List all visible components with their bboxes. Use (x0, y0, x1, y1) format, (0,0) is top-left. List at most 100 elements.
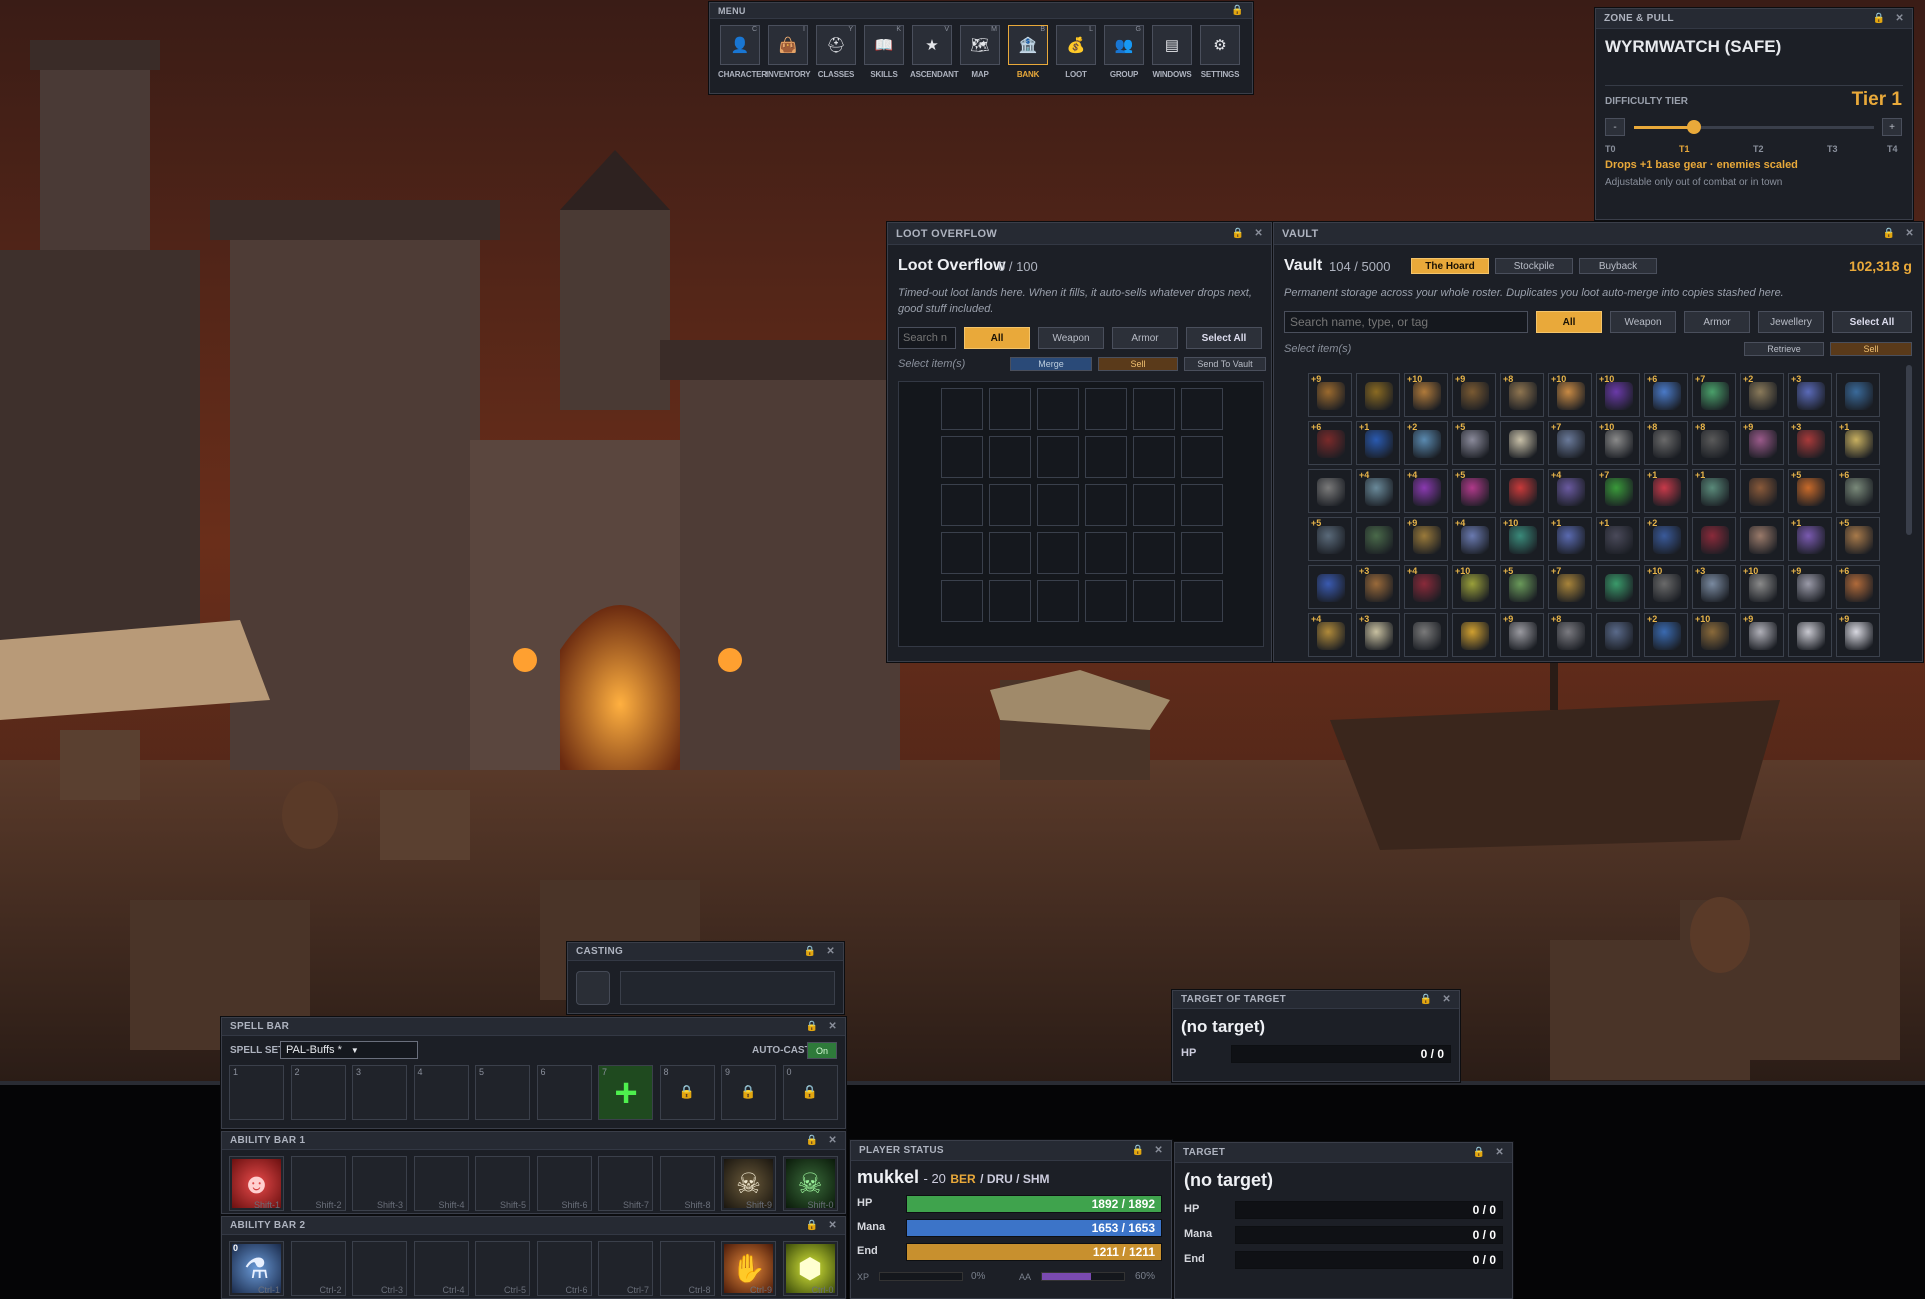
tier-slider[interactable] (1634, 120, 1874, 134)
vault-item-slot[interactable]: +1 (1692, 469, 1736, 513)
spell-slot[interactable]: 3 (352, 1065, 407, 1120)
vault-item-slot[interactable]: +1 (1356, 421, 1400, 465)
vault-item-slot[interactable]: +4 (1548, 469, 1592, 513)
loot-slot[interactable] (1133, 436, 1175, 478)
vault-item-slot[interactable]: +7 (1596, 469, 1640, 513)
vault-item-slot[interactable]: +10 (1548, 373, 1592, 417)
vault-item-slot[interactable] (1308, 565, 1352, 609)
vault-item-slot[interactable]: +9 (1308, 373, 1352, 417)
vault-item-slot[interactable]: +9 (1740, 421, 1784, 465)
vault-filter-weapon[interactable]: Weapon (1610, 311, 1676, 333)
close-icon[interactable]: ✕ (1254, 228, 1263, 239)
vault-item-slot[interactable]: +7 (1548, 421, 1592, 465)
vault-item-slot[interactable]: +2 (1644, 613, 1688, 657)
vault-item-slot[interactable]: +9 (1836, 613, 1880, 657)
lock-icon[interactable]: 🔒 (806, 1220, 819, 1231)
vault-item-slot[interactable]: +1 (1596, 517, 1640, 561)
ability-slot[interactable]: ⬢ Ctrl-0 (782, 1241, 838, 1296)
menu-item-map[interactable]: 🗺 M MAP (958, 25, 1002, 87)
vault-tab-buyback[interactable]: Buyback (1579, 258, 1657, 274)
close-icon[interactable]: ✕ (1154, 1145, 1163, 1156)
loot-slot[interactable] (1181, 436, 1223, 478)
loot-slot[interactable] (941, 436, 983, 478)
loot-filter-weapon[interactable]: Weapon (1038, 327, 1104, 349)
vault-tab-hoard[interactable]: The Hoard (1411, 258, 1489, 274)
close-icon[interactable]: ✕ (828, 1135, 837, 1146)
ability-slot[interactable]: Ctrl-6 (536, 1241, 592, 1296)
close-icon[interactable]: ✕ (826, 946, 835, 957)
vault-sell-button[interactable]: Sell (1830, 342, 1912, 356)
loot-slot[interactable] (1133, 388, 1175, 430)
vault-item-slot[interactable]: +4 (1404, 565, 1448, 609)
vault-item-slot[interactable] (1788, 613, 1832, 657)
vault-item-slot[interactable]: +10 (1644, 565, 1688, 609)
ability-slot[interactable]: ☠ Shift-9 (721, 1156, 776, 1211)
vault-item-slot[interactable]: +10 (1692, 613, 1736, 657)
vault-item-slot[interactable] (1452, 613, 1496, 657)
menu-item-inventory[interactable]: 👜 I INVENTORY (766, 25, 811, 87)
spell-slot[interactable]: 5 (475, 1065, 530, 1120)
menu-item-windows[interactable]: ▤ WINDOWS (1150, 25, 1194, 87)
ability-slot[interactable]: Shift-8 (659, 1156, 715, 1211)
vault-tab-stockpile[interactable]: Stockpile (1495, 258, 1573, 274)
spell-slot[interactable]: 1 (229, 1065, 284, 1120)
vault-item-slot[interactable]: +6 (1644, 373, 1688, 417)
vault-filter-jewellery[interactable]: Jewellery (1758, 311, 1824, 333)
ability-slot[interactable]: Ctrl-8 (659, 1241, 715, 1296)
vault-item-slot[interactable]: +9 (1740, 613, 1784, 657)
loot-slot[interactable] (1085, 388, 1127, 430)
lock-icon[interactable]: 🔒 (806, 1021, 819, 1032)
vault-item-slot[interactable]: +4 (1356, 469, 1400, 513)
loot-slot[interactable] (1037, 484, 1079, 526)
vault-item-slot[interactable]: +1 (1836, 421, 1880, 465)
ability-slot[interactable]: Ctrl-2 (290, 1241, 346, 1296)
vault-item-slot[interactable]: +5 (1452, 469, 1496, 513)
vault-item-slot[interactable] (1404, 613, 1448, 657)
vault-item-slot[interactable]: +9 (1500, 613, 1544, 657)
loot-slot[interactable] (1085, 580, 1127, 622)
ability-slot[interactable]: ✋ Ctrl-9 (721, 1241, 776, 1296)
vault-item-slot[interactable]: +2 (1644, 517, 1688, 561)
vault-item-slot[interactable]: +3 (1788, 421, 1832, 465)
menu-item-classes[interactable]: ⛑ Y CLASSES (814, 25, 858, 87)
vault-item-slot[interactable]: +3 (1356, 565, 1400, 609)
close-icon[interactable]: ✕ (1905, 228, 1914, 239)
close-icon[interactable]: ✕ (1442, 994, 1451, 1005)
menu-item-settings[interactable]: ⚙ SETTINGS (1198, 25, 1242, 87)
ability-slot[interactable]: Ctrl-3 (352, 1241, 407, 1296)
loot-slot[interactable] (1133, 532, 1175, 574)
spell-slot[interactable]: 4 (413, 1065, 469, 1120)
loot-slot[interactable] (1085, 436, 1127, 478)
vault-filter-all[interactable]: All (1536, 311, 1602, 333)
vault-item-slot[interactable]: +1 (1788, 517, 1832, 561)
loot-select-all-button[interactable]: Select All (1186, 327, 1262, 349)
vault-item-slot[interactable]: +8 (1692, 421, 1736, 465)
vault-item-slot[interactable]: +5 (1452, 421, 1496, 465)
vault-item-slot[interactable]: +3 (1356, 613, 1400, 657)
vault-item-slot[interactable]: +4 (1404, 469, 1448, 513)
spell-slot[interactable]: 7 + (598, 1065, 653, 1120)
ability-slot[interactable]: ☻ Shift-1 (229, 1156, 284, 1211)
loot-slot[interactable] (1037, 532, 1079, 574)
ability-slot[interactable]: Shift-2 (290, 1156, 346, 1211)
vault-item-slot[interactable] (1596, 613, 1640, 657)
loot-filter-armor[interactable]: Armor (1112, 327, 1178, 349)
vault-item-slot[interactable] (1500, 469, 1544, 513)
vault-item-slot[interactable] (1596, 565, 1640, 609)
vault-item-slot[interactable]: +6 (1308, 421, 1352, 465)
vault-item-slot[interactable] (1836, 373, 1880, 417)
vault-item-slot[interactable]: +8 (1500, 373, 1544, 417)
spell-set-select[interactable]: PAL-Buffs * ▼ (280, 1041, 418, 1059)
ability-slot[interactable]: Ctrl-5 (475, 1241, 530, 1296)
loot-slot[interactable] (1037, 580, 1079, 622)
vault-item-slot[interactable] (1740, 517, 1784, 561)
vault-item-slot[interactable]: +10 (1404, 373, 1448, 417)
ability-slot[interactable]: Ctrl-4 (413, 1241, 469, 1296)
vault-item-slot[interactable]: +5 (1788, 469, 1832, 513)
vault-search-input[interactable] (1284, 311, 1528, 333)
vault-item-slot[interactable]: +9 (1404, 517, 1448, 561)
vault-item-slot[interactable]: +3 (1788, 373, 1832, 417)
ability-slot[interactable]: Shift-3 (352, 1156, 407, 1211)
vault-item-slot[interactable] (1692, 517, 1736, 561)
loot-sell-button[interactable]: Sell (1098, 357, 1178, 371)
